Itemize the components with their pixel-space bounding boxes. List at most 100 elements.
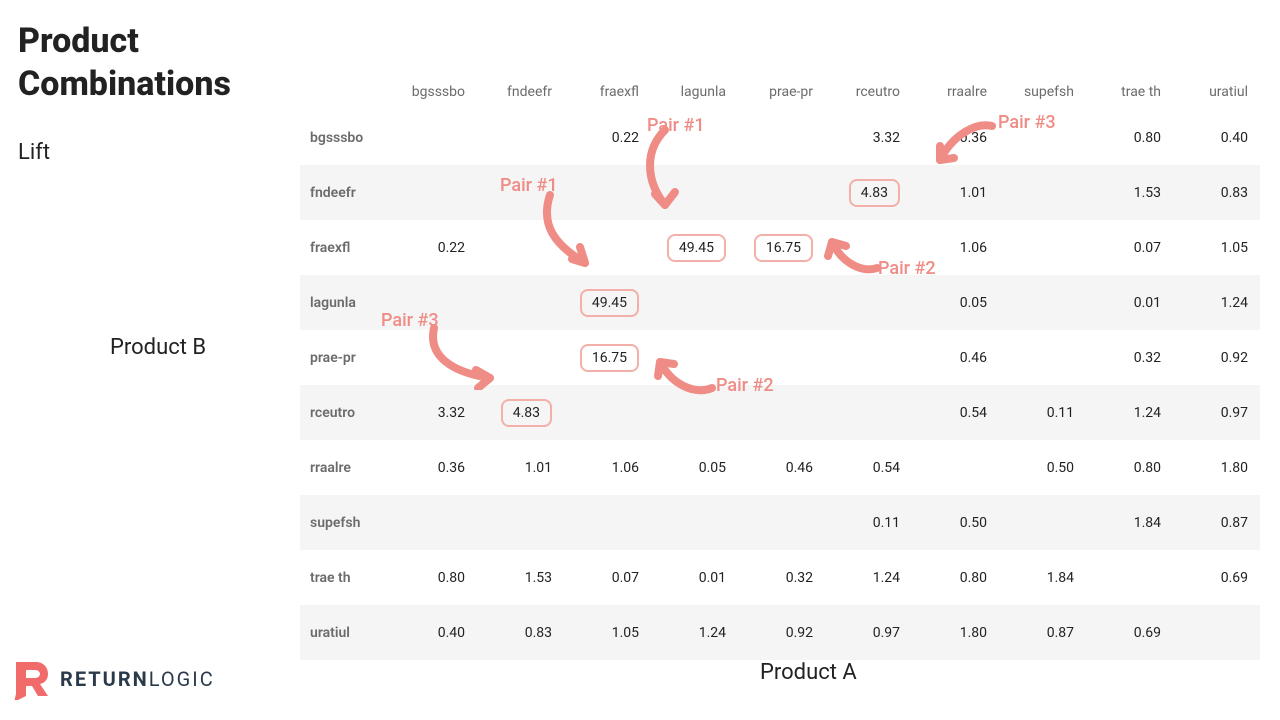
matrix-cell: 0.54 [825, 440, 912, 495]
matrix-cell [1173, 605, 1260, 660]
matrix-cell: 0.50 [999, 440, 1086, 495]
cell-value: 0.80 [1134, 460, 1161, 476]
table-row: uratiul0.400.831.051.240.920.971.800.870… [300, 605, 1260, 660]
row-header: supefsh [300, 495, 390, 550]
matrix-cell: 0.92 [1173, 330, 1260, 385]
matrix-cell: 4.83 [477, 385, 564, 440]
matrix-cell: 0.07 [564, 550, 651, 605]
annotation-pair3-bottom: Pair #3 [381, 310, 439, 331]
matrix-cell: 0.80 [1086, 440, 1173, 495]
matrix-cell [825, 385, 912, 440]
matrix-cell [738, 165, 825, 220]
matrix-cell: 0.69 [1173, 550, 1260, 605]
matrix-cell: 1.80 [1173, 440, 1260, 495]
cell-value: 0.97 [1221, 405, 1248, 421]
annotation-pair2-right: Pair #2 [878, 258, 936, 279]
cell-value: 0.40 [438, 625, 465, 641]
matrix-cell: 49.45 [564, 275, 651, 330]
matrix-cell [390, 330, 477, 385]
matrix-cell: 0.07 [1086, 220, 1173, 275]
row-header: uratiul [300, 605, 390, 660]
cell-value: 1.53 [1134, 185, 1161, 201]
table-row: fndeefr4.831.011.530.83 [300, 165, 1260, 220]
row-header: bgsssbo [300, 110, 390, 165]
table-row: rceutro3.324.830.540.111.240.97 [300, 385, 1260, 440]
col-header: uratiul [1173, 70, 1260, 110]
matrix-cell [738, 275, 825, 330]
cell-value: 16.75 [754, 234, 813, 262]
x-axis-label: Product A [760, 660, 857, 685]
cell-value: 1.24 [1221, 295, 1248, 311]
lift-matrix: bgsssbofndeefrfraexfllagunlaprae-prrceut… [300, 70, 1260, 660]
matrix-cell [999, 330, 1086, 385]
matrix-cell: 0.32 [738, 550, 825, 605]
cell-value: 0.46 [786, 460, 813, 476]
cell-value: 0.83 [1221, 185, 1248, 201]
cell-value: 1.06 [960, 240, 987, 256]
row-header: rraalre [300, 440, 390, 495]
cell-value: 0.32 [1134, 350, 1161, 366]
chart-subtitle: Lift [18, 140, 50, 165]
row-header: lagunla [300, 275, 390, 330]
row-header: fraexfl [300, 220, 390, 275]
cell-value: 0.92 [1221, 350, 1248, 366]
matrix-cell: 16.75 [738, 220, 825, 275]
matrix-cell: 1.01 [477, 440, 564, 495]
cell-value: 1.53 [525, 570, 552, 586]
col-header: trae th [1086, 70, 1173, 110]
cell-value: 3.32 [438, 405, 465, 421]
page-title: Product Combinations [18, 20, 278, 105]
matrix-cell: 0.01 [651, 550, 738, 605]
matrix-cell: 3.32 [825, 110, 912, 165]
matrix-cell: 0.11 [999, 385, 1086, 440]
brand-logo-icon [10, 658, 52, 700]
matrix-cell [477, 495, 564, 550]
matrix-cell: 0.32 [1086, 330, 1173, 385]
matrix-cell: 0.87 [1173, 495, 1260, 550]
cell-value: 0.05 [699, 460, 726, 476]
table-row: lagunla 49.45 0.05 0.01 1.24 [300, 275, 1260, 330]
cell-value: 0.11 [1047, 405, 1074, 421]
matrix-cell: 49.45 [651, 220, 738, 275]
cell-value: 0.54 [960, 405, 987, 421]
cell-value: 49.45 [667, 234, 726, 262]
matrix-cell: 1.24 [651, 605, 738, 660]
cell-value: 0.22 [438, 240, 465, 256]
table-row: bgsssbo0.223.320.360.800.40 [300, 110, 1260, 165]
cell-value: 0.36 [960, 130, 987, 146]
cell-value: 0.07 [612, 570, 639, 586]
matrix-cell: 1.05 [1173, 220, 1260, 275]
cell-value: 1.06 [612, 460, 639, 476]
matrix-cell: 0.05 [912, 275, 999, 330]
matrix-cell: 4.83 [825, 165, 912, 220]
cell-value: 1.24 [699, 625, 726, 641]
cell-value: 0.40 [1221, 130, 1248, 146]
cell-value: 0.54 [873, 460, 900, 476]
cell-value: 4.83 [501, 399, 552, 427]
cell-value: 0.69 [1221, 570, 1248, 586]
cell-value: 16.75 [580, 344, 639, 372]
col-header: supefsh [999, 70, 1086, 110]
matrix-cell: 0.83 [1173, 165, 1260, 220]
cell-value: 0.69 [1134, 625, 1161, 641]
matrix-cell [564, 165, 651, 220]
matrix-cell [477, 110, 564, 165]
cell-value: 1.05 [612, 625, 639, 641]
matrix-cell [999, 220, 1086, 275]
matrix-cell [651, 165, 738, 220]
cell-value: 0.83 [525, 625, 552, 641]
brand-logo-text: RETURNLOGIC [60, 667, 215, 691]
cell-value: 0.46 [960, 350, 987, 366]
matrix-cell: 1.24 [1173, 275, 1260, 330]
cell-value: 1.80 [960, 625, 987, 641]
col-header: fraexfl [564, 70, 651, 110]
matrix-cell [390, 165, 477, 220]
cell-value: 1.80 [1221, 460, 1248, 476]
matrix-cell: 1.01 [912, 165, 999, 220]
matrix-cell: 0.46 [738, 440, 825, 495]
matrix-cell: 0.01 [1086, 275, 1173, 330]
matrix-cell [1086, 550, 1173, 605]
matrix-cell: 0.69 [1086, 605, 1173, 660]
cell-value: 49.45 [580, 289, 639, 317]
matrix-cell [564, 220, 651, 275]
